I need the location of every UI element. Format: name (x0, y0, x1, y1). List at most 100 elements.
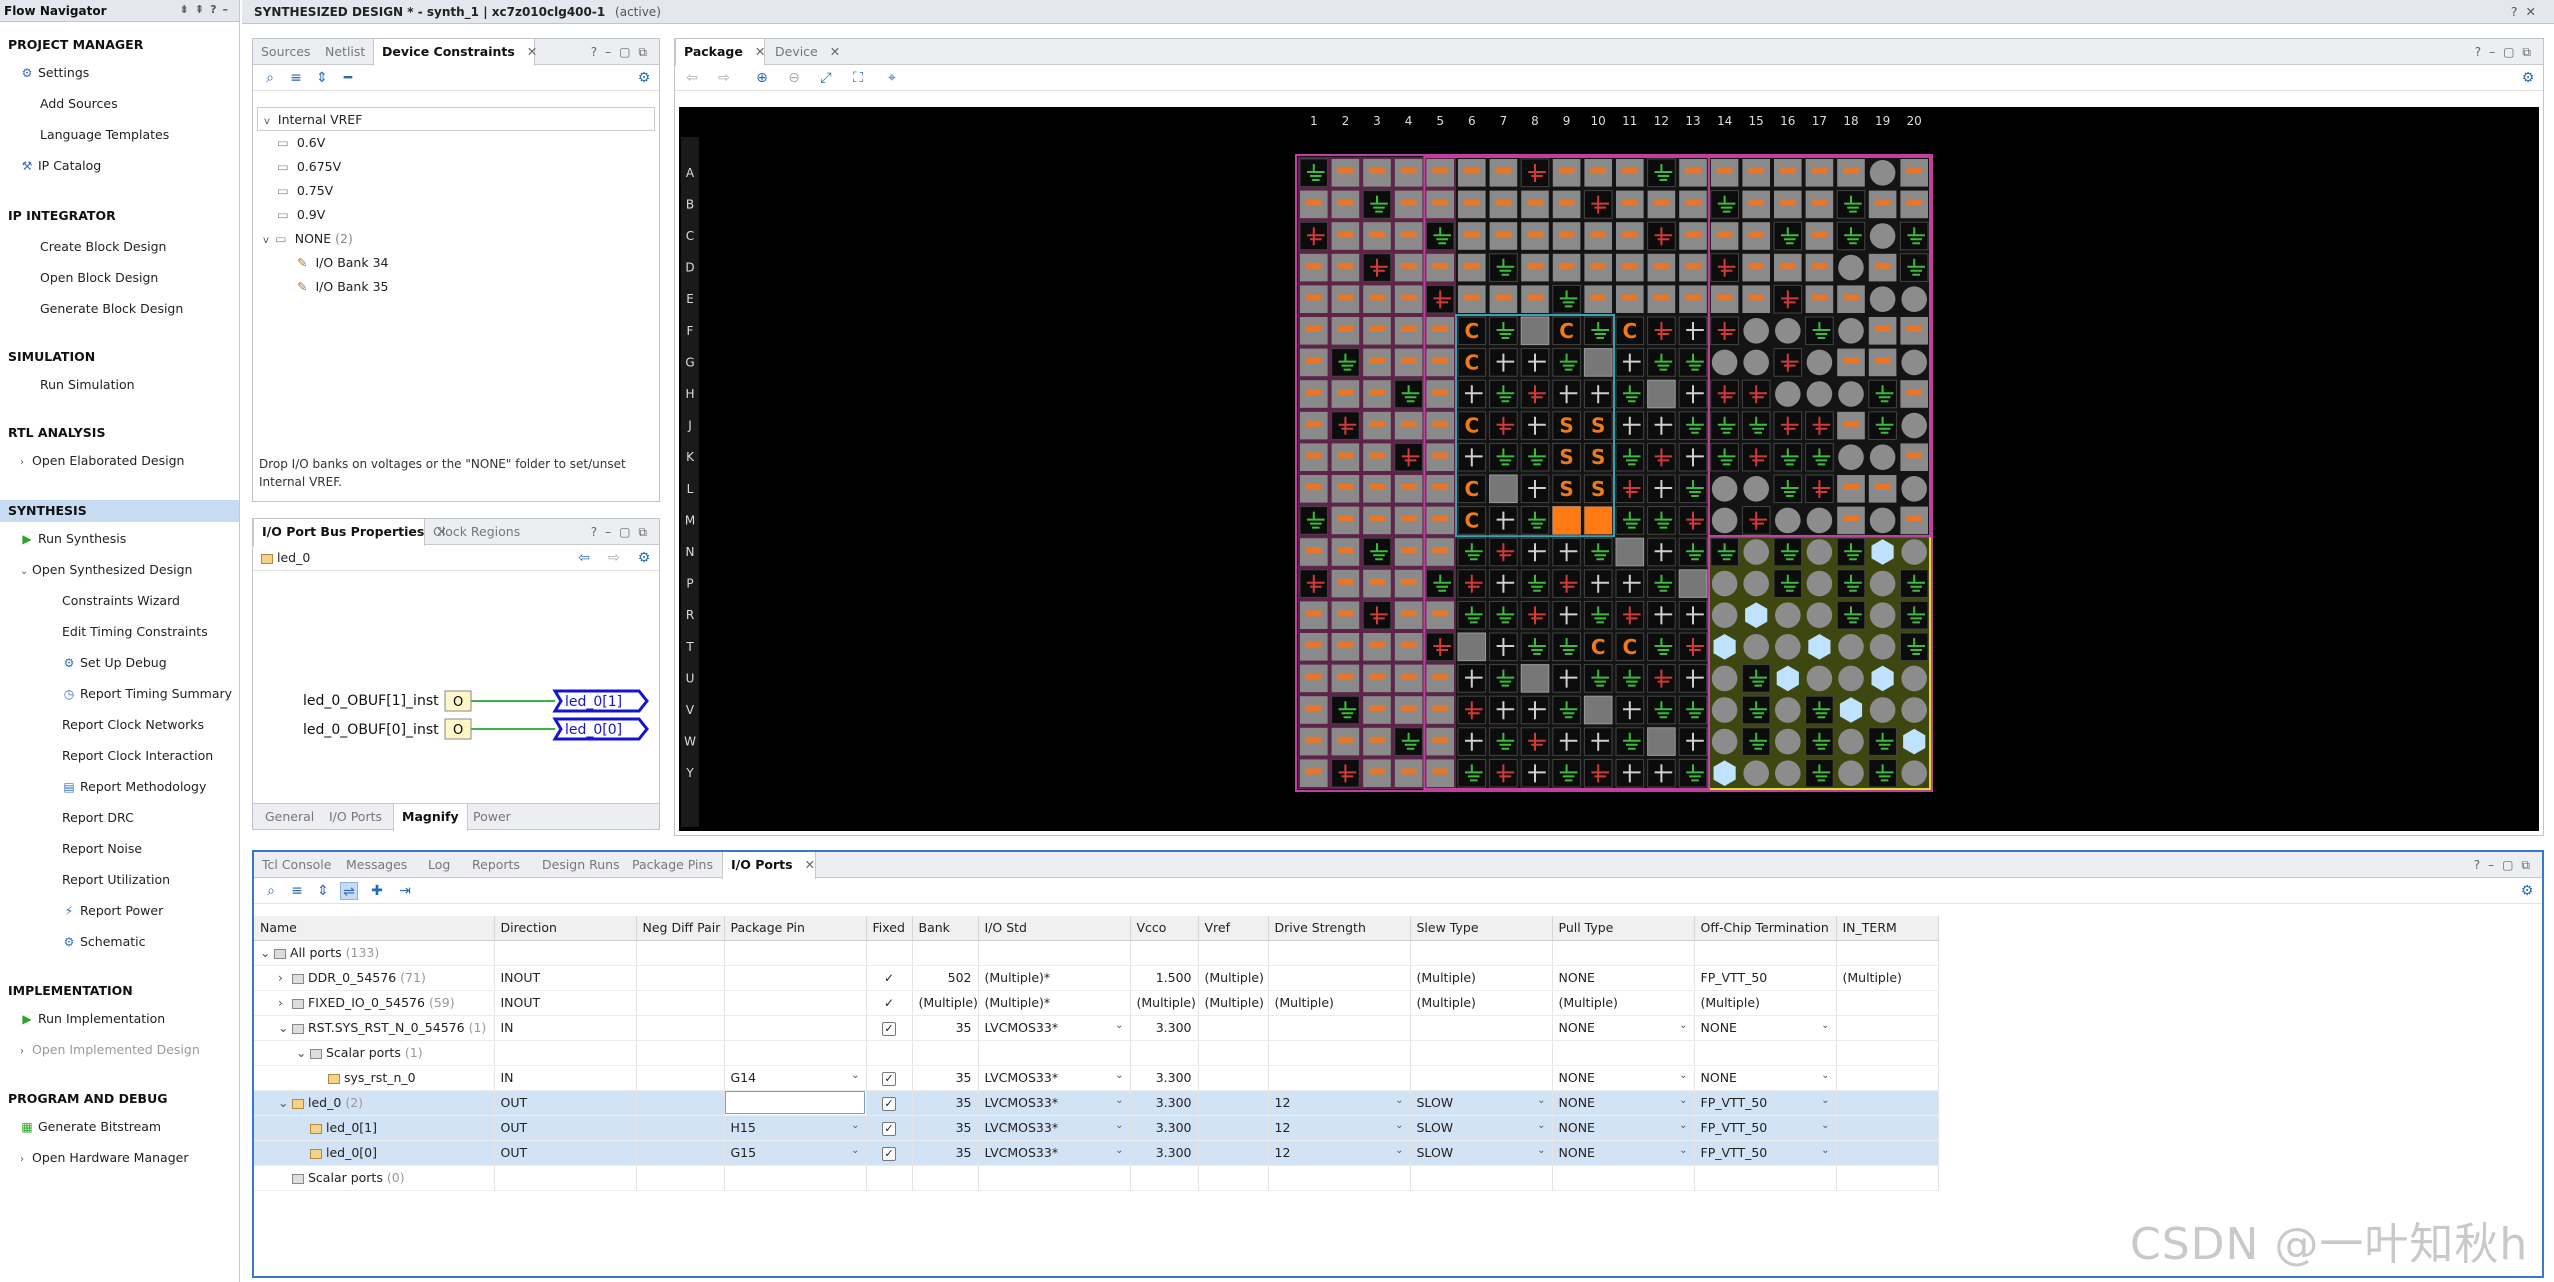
package-pin[interactable] (1362, 537, 1392, 567)
cell-pin[interactable]: G14 ⌄ (724, 1065, 867, 1091)
cell-term[interactable] (1694, 940, 1837, 966)
cell-interm[interactable] (1836, 1140, 1939, 1166)
cell-pin[interactable] (724, 965, 867, 991)
package-pin[interactable] (1647, 474, 1676, 504)
package-pin[interactable] (1615, 664, 1645, 693)
cell-std[interactable] (978, 1040, 1131, 1066)
nav-item-set-up-debug[interactable]: ⚙ Set Up Debug (0, 652, 239, 674)
column-header[interactable]: IN_TERM (1836, 916, 1939, 941)
package-pin[interactable] (1837, 411, 1865, 440)
package-pin[interactable] (1837, 506, 1865, 535)
cell-drive[interactable] (1268, 965, 1411, 991)
package-pin[interactable] (1711, 602, 1738, 628)
table-row[interactable]: ⌄ All ports (133) (254, 940, 1939, 966)
package-pin[interactable] (1299, 221, 1329, 251)
package-pin[interactable] (1647, 411, 1676, 440)
package-pin[interactable]: C (1615, 316, 1645, 346)
package-pin[interactable] (1805, 442, 1834, 472)
cell-slew[interactable] (1410, 1165, 1553, 1191)
package-pin[interactable] (1458, 190, 1486, 219)
package-pin[interactable]: C (1457, 506, 1487, 535)
package-pin[interactable] (1805, 316, 1834, 346)
package-pin[interactable] (1647, 253, 1676, 282)
cell-drive[interactable] (1268, 940, 1411, 966)
cell-fixed[interactable] (866, 940, 913, 966)
close-icon[interactable]: ✕ (805, 857, 815, 872)
package-pin[interactable] (1489, 348, 1518, 377)
package-pin[interactable] (1678, 442, 1708, 472)
package-pin[interactable] (1901, 665, 1927, 692)
column-header[interactable]: Pull Type (1552, 916, 1695, 941)
cell-term[interactable]: NONE ⌄ (1694, 1015, 1837, 1041)
tab-package-pins[interactable]: Package Pins (624, 852, 721, 878)
chevron-down-icon[interactable]: ⌄ (1537, 1095, 1545, 1106)
cell-neg[interactable] (636, 1165, 725, 1191)
tab-package[interactable]: Package ✕ (675, 39, 765, 66)
package-pin[interactable] (1616, 190, 1644, 219)
package-pin[interactable] (1457, 569, 1487, 598)
package-pin[interactable] (1489, 253, 1518, 282)
package-pin[interactable] (1426, 759, 1454, 787)
zoom-fit-icon[interactable]: ⤢ (817, 69, 835, 87)
nav-item-create-block-design[interactable]: Create Block Design (0, 236, 239, 258)
collapse-all-icon[interactable]: ≡ (287, 69, 305, 87)
package-pin[interactable] (1806, 602, 1833, 628)
column-header[interactable]: Vcco (1130, 916, 1199, 941)
package-pin[interactable] (1457, 695, 1487, 725)
cell-bank[interactable]: (Multiple) (912, 990, 979, 1016)
package-pin[interactable] (1616, 159, 1644, 187)
package-pin[interactable] (1300, 633, 1328, 661)
cell-term[interactable] (1694, 1040, 1837, 1066)
tab-log[interactable]: Log (420, 852, 458, 878)
package-pin[interactable] (1363, 285, 1391, 313)
package-pin[interactable] (1584, 285, 1612, 313)
nav-item-generate-bitstream[interactable]: ▦ Generate Bitstream (0, 1116, 239, 1138)
cell-neg[interactable] (636, 1065, 725, 1091)
cell-pull[interactable] (1552, 1165, 1695, 1191)
cell-neg[interactable] (636, 1140, 725, 1166)
vref-none[interactable]: v ▭ NONE (2) (253, 227, 659, 251)
package-pin[interactable] (1489, 758, 1518, 788)
package-pin[interactable] (1583, 758, 1613, 788)
package-pin[interactable] (1647, 695, 1676, 725)
column-header[interactable]: Fixed (866, 916, 913, 941)
package-pin[interactable] (1773, 221, 1803, 251)
package-pin[interactable] (1806, 570, 1833, 597)
package-pin-grid[interactable]: 1 2 3 4 5 6 7 8 9 10 11 12 13 14 15 16 17 18 19 20ABCDEFGHJ… (679, 107, 2539, 831)
package-pin[interactable] (1394, 601, 1423, 629)
package-pin[interactable] (1489, 442, 1518, 472)
close-icon[interactable]: ✕ (830, 44, 840, 59)
search-icon[interactable]: ⌕ (261, 69, 279, 87)
package-pin[interactable] (1363, 759, 1391, 787)
package-pin[interactable] (1457, 727, 1487, 756)
chevron-down-icon[interactable]: ⌄ (1679, 1020, 1687, 1031)
package-pin[interactable] (1710, 411, 1739, 440)
package-pin[interactable] (1647, 632, 1676, 662)
fixed-checkbox[interactable]: ✓ (882, 1096, 896, 1111)
remove-icon[interactable]: ━ (339, 69, 357, 87)
package-pin[interactable] (1710, 379, 1739, 409)
package-pin[interactable] (1457, 758, 1487, 788)
package-pin[interactable] (1838, 760, 1864, 786)
package-pin[interactable] (1774, 159, 1802, 187)
package-pin[interactable] (1711, 349, 1738, 376)
package-pin[interactable] (1520, 348, 1550, 377)
cell-bank[interactable]: 35 (912, 1065, 979, 1091)
nav-item-open-hardware-manager[interactable]: › Open Hardware Manager (0, 1147, 239, 1169)
package-pin[interactable] (1583, 695, 1613, 725)
package-pin[interactable] (1806, 665, 1833, 692)
cell-interm[interactable] (1836, 1040, 1939, 1066)
package-pin[interactable] (1775, 602, 1801, 628)
package-pin[interactable] (1426, 159, 1454, 187)
package-pin[interactable] (1489, 222, 1518, 250)
cell-pin[interactable] (724, 990, 867, 1016)
package-pin[interactable] (1647, 348, 1676, 377)
cell-neg[interactable] (636, 1040, 725, 1066)
package-pin[interactable] (1425, 632, 1455, 662)
package-pin[interactable]: S (1552, 442, 1581, 472)
package-pin[interactable] (1489, 159, 1518, 187)
package-pin[interactable] (1775, 697, 1801, 723)
cell-term[interactable]: FP_VTT_50 (1694, 965, 1837, 991)
package-pin[interactable] (1868, 727, 1897, 756)
package-pin[interactable] (1615, 537, 1645, 567)
